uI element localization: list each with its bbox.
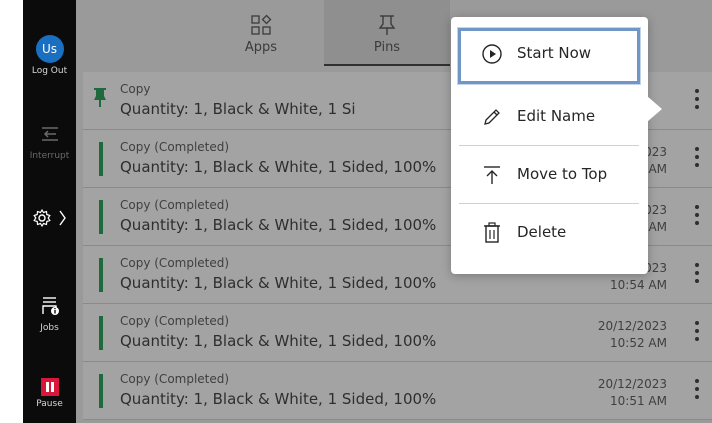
move-to-top-button[interactable]: Move to Top bbox=[459, 147, 639, 204]
jobs-icon bbox=[41, 297, 59, 315]
pause-button[interactable]: Pause bbox=[23, 378, 76, 409]
status-bar bbox=[99, 316, 103, 350]
pause-icon bbox=[40, 378, 59, 396]
job-title: Copy (Completed) bbox=[120, 198, 230, 212]
job-time: 10:54 AM bbox=[610, 278, 667, 292]
start-now-label: Start Now bbox=[517, 44, 592, 62]
chevron-right-icon bbox=[59, 210, 66, 225]
job-detail: Quantity: 1, Black & White, 1 Sided, 100… bbox=[120, 274, 437, 292]
list-item[interactable]: Copy (Completed) Quantity: 1, Black & Wh… bbox=[83, 304, 712, 362]
printer-panel: Us Log Out Interrupt Jobs Pause Apps Pin… bbox=[0, 0, 712, 423]
more-options-icon[interactable] bbox=[694, 205, 700, 229]
job-timestamp: 20/12/2023 10:52 AM bbox=[598, 318, 667, 352]
tab-apps[interactable]: Apps bbox=[198, 0, 324, 66]
more-options-icon[interactable] bbox=[694, 379, 700, 403]
list-item[interactable]: Copy (Completed) Quantity: 1, Black & Wh… bbox=[83, 362, 712, 420]
job-detail: Quantity: 1, Black & White, 1 Sided, 100… bbox=[120, 216, 437, 234]
pencil-icon bbox=[484, 109, 500, 125]
status-bar bbox=[99, 374, 103, 408]
apps-icon bbox=[251, 14, 272, 35]
pin-icon bbox=[94, 88, 106, 107]
job-timestamp: 20/12/2023 10:51 AM bbox=[598, 376, 667, 410]
avatar: Us bbox=[35, 35, 64, 63]
move-to-top-icon bbox=[484, 166, 500, 184]
menu-caret bbox=[647, 96, 662, 122]
more-options-icon[interactable] bbox=[694, 89, 700, 113]
delete-button[interactable]: Delete bbox=[459, 205, 639, 261]
bezel bbox=[0, 0, 23, 423]
start-now-button[interactable]: Start Now bbox=[458, 28, 640, 85]
tab-pins[interactable]: Pins bbox=[324, 0, 450, 66]
device-settings-button[interactable] bbox=[23, 207, 76, 228]
job-time: 10:52 AM bbox=[610, 336, 667, 350]
edit-name-label: Edit Name bbox=[517, 107, 596, 125]
interrupt-icon bbox=[41, 127, 58, 141]
interrupt-label: Interrupt bbox=[29, 151, 70, 161]
edit-name-button[interactable]: Edit Name bbox=[459, 89, 639, 146]
job-date: 20/12/2023 bbox=[597, 377, 667, 391]
sidebar: Us Log Out Interrupt Jobs Pause bbox=[23, 0, 76, 423]
pause-label: Pause bbox=[36, 399, 63, 409]
jobs-label: Jobs bbox=[40, 323, 59, 333]
job-detail: Quantity: 1, Black & White, 1 Si bbox=[120, 100, 356, 118]
tab-pins-label: Pins bbox=[373, 40, 401, 55]
job-title: Copy (Completed) bbox=[120, 256, 230, 270]
status-bar bbox=[99, 200, 103, 234]
move-to-top-label: Move to Top bbox=[517, 165, 608, 183]
pin-icon bbox=[378, 15, 396, 35]
active-tab-indicator bbox=[324, 64, 450, 66]
interrupt-button[interactable]: Interrupt bbox=[23, 124, 76, 161]
more-options-icon[interactable] bbox=[694, 147, 700, 171]
job-time: 10:51 AM bbox=[610, 394, 667, 408]
job-detail: Quantity: 1, Black & White, 1 Sided, 100… bbox=[120, 158, 437, 176]
jobs-button[interactable]: Jobs bbox=[23, 294, 76, 333]
trash-icon bbox=[484, 222, 500, 243]
tab-apps-label: Apps bbox=[244, 40, 278, 55]
context-menu: Start Now Edit Name Move to Top Delete bbox=[451, 17, 662, 274]
job-title: Copy (Completed) bbox=[120, 140, 230, 154]
delete-label: Delete bbox=[517, 223, 567, 241]
job-detail: Quantity: 1, Black & White, 1 Sided, 100… bbox=[120, 390, 437, 408]
job-title: Copy (Completed) bbox=[120, 314, 230, 328]
logout-label: Log Out bbox=[31, 66, 68, 76]
logout-button[interactable]: Us Log Out bbox=[23, 35, 76, 76]
job-title: Copy (Completed) bbox=[120, 372, 230, 386]
status-bar bbox=[99, 258, 103, 292]
job-detail: Quantity: 1, Black & White, 1 Sided, 100… bbox=[120, 332, 437, 350]
play-circle-icon bbox=[482, 44, 502, 64]
more-options-icon[interactable] bbox=[694, 263, 700, 287]
gear-icon bbox=[33, 208, 51, 227]
job-date: 20/12/2023 bbox=[597, 319, 667, 333]
more-options-icon[interactable] bbox=[694, 321, 700, 345]
job-title: Copy bbox=[120, 82, 151, 96]
status-bar bbox=[99, 142, 103, 176]
